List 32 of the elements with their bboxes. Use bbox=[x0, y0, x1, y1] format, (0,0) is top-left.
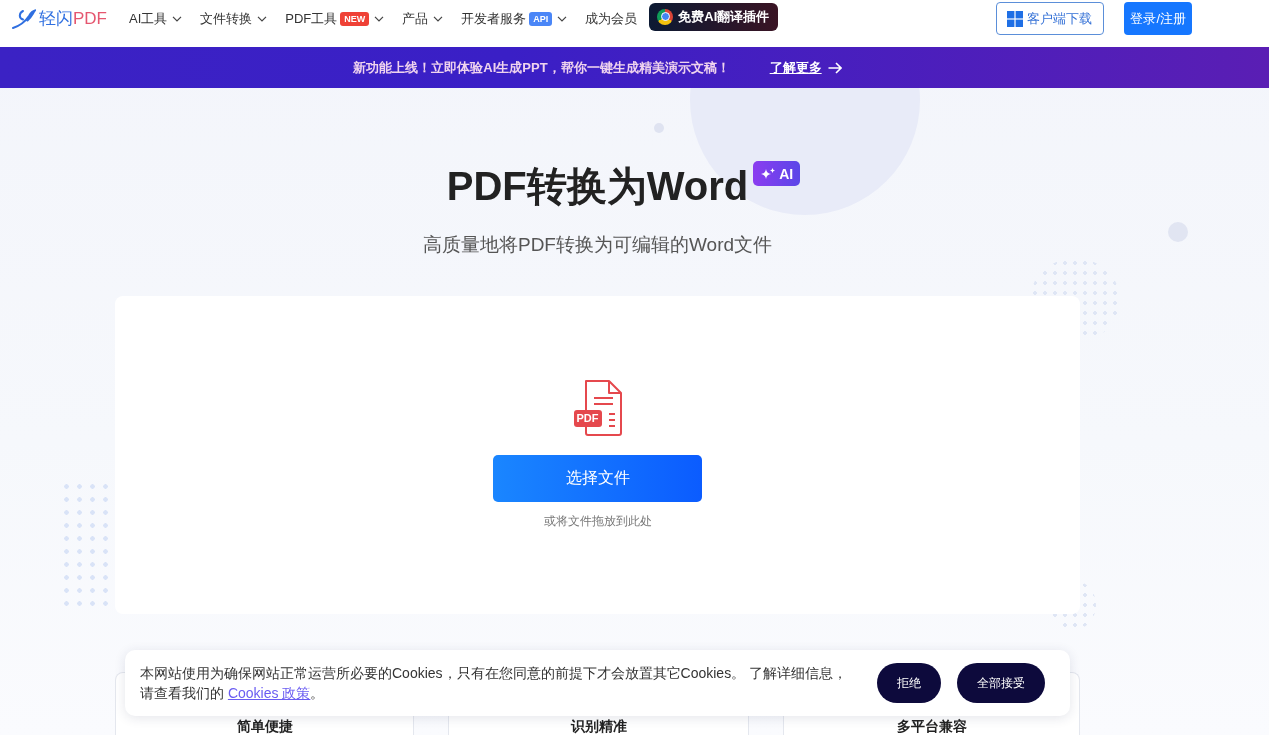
arrow-right-icon bbox=[827, 61, 842, 74]
cookie-policy-link[interactable]: Cookies 政策 bbox=[227, 685, 311, 701]
feature-title: 多平台兼容 bbox=[896, 718, 967, 734]
ai-badge: AI bbox=[753, 161, 801, 186]
grid-logo-icon bbox=[1007, 10, 1024, 27]
round-logo-icon bbox=[657, 8, 674, 25]
page-title: PDF转换为Word bbox=[446, 163, 749, 210]
nav-menu-item[interactable]: 成为会员 bbox=[585, 9, 638, 28]
nav-tag: NEW bbox=[340, 11, 370, 26]
logo-text[interactable]: 轻闪PDF bbox=[39, 8, 107, 29]
plugin-button[interactable]: 免费AI翻译插件 bbox=[649, 2, 779, 31]
learn-more-link[interactable]: 了解更多 bbox=[769, 58, 842, 77]
download-button[interactable]: 客户端下载 bbox=[996, 2, 1105, 35]
file-type-tag: PDF bbox=[573, 410, 602, 427]
cookie-button[interactable]: 全部接受 bbox=[957, 663, 1045, 703]
cookie-button[interactable]: 拒绝 bbox=[877, 663, 941, 703]
nav-tag: API bbox=[529, 11, 553, 26]
feature-title: 识别精准 bbox=[570, 718, 627, 734]
choose-file-button[interactable]: 选择文件 bbox=[493, 455, 702, 502]
feature-title: 简单便捷 bbox=[236, 718, 293, 734]
login-button[interactable]: 登录/注册 bbox=[1124, 2, 1192, 35]
page-subtitle: 高质量地将PDF转换为可编辑的Word文件 bbox=[422, 233, 773, 257]
cookie-notice-text: 本网站使用为确保网站正常运营所必要的Cookies，只有在您同意的前提下才会放置其它Cookies。 了解详细信息，请查看我们的 Cookies 政策。 bbox=[140, 664, 849, 703]
swoosh-logo-icon bbox=[12, 8, 36, 29]
nav-menu-item[interactable]: PDF工具 NEW bbox=[285, 9, 385, 28]
nav-menu-item[interactable]: 文件转换 bbox=[200, 9, 268, 28]
nav-menu-item[interactable]: 产品 bbox=[402, 9, 444, 28]
drop-hint-text: 或将文件拖放到此处 bbox=[543, 513, 652, 529]
nav-menu-item[interactable]: AI工具 bbox=[129, 9, 183, 28]
nav-menu-item[interactable]: 开发者服务 API bbox=[461, 9, 568, 28]
announcement-text: 新功能上线！立即体验AI生成PPT，帮你一键生成精美演示文稿！ bbox=[353, 58, 730, 77]
sparkle-icon bbox=[761, 167, 776, 180]
